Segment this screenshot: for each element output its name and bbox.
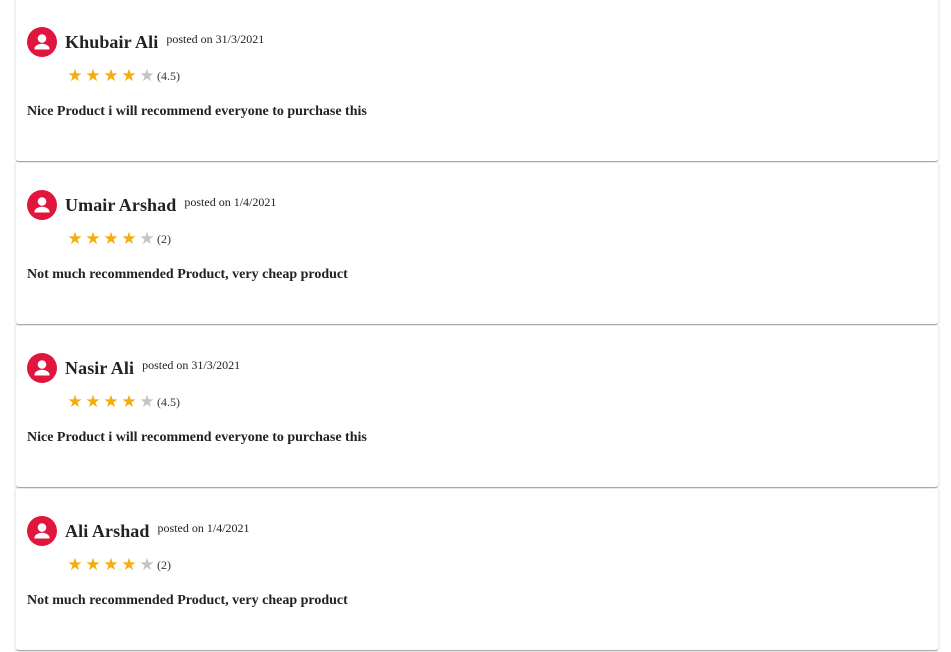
review-card: Umair Arshad posted on 1/4/2021 ★ ★ ★ ★ … (15, 163, 939, 325)
star-filled-icon: ★ (85, 229, 101, 249)
star-empty-icon: ★ (139, 66, 155, 86)
avatar-icon (27, 516, 57, 546)
star-rating: ★ ★ ★ ★ ★ (2) (66, 229, 171, 249)
star-filled-icon: ★ (85, 392, 101, 412)
rating-value: (4.5) (157, 394, 180, 409)
review-card: Nasir Ali posted on 31/3/2021 ★ ★ ★ ★ ★ … (15, 326, 939, 488)
review-header: Khubair Ali posted on 31/3/2021 (27, 27, 264, 57)
avatar-icon (27, 353, 57, 383)
star-rating: ★ ★ ★ ★ ★ (4.5) (66, 66, 180, 86)
review-header: Nasir Ali posted on 31/3/2021 (27, 353, 240, 383)
review-header: Umair Arshad posted on 1/4/2021 (27, 190, 276, 220)
rating-value: (2) (157, 231, 171, 246)
posted-date: posted on 31/3/2021 (142, 357, 241, 372)
posted-date: posted on 31/3/2021 (166, 31, 265, 46)
star-filled-icon: ★ (121, 555, 137, 575)
star-filled-icon: ★ (67, 555, 83, 575)
star-filled-icon: ★ (103, 66, 119, 86)
reviewer-name: Ali Arshad (65, 520, 150, 541)
reviewer-name: Khubair Ali (65, 31, 159, 52)
avatar-icon (27, 27, 57, 57)
rating-value: (2) (157, 557, 171, 572)
review-comment: Not much recommended Product, very cheap… (27, 593, 348, 608)
star-filled-icon: ★ (85, 555, 101, 575)
star-filled-icon: ★ (103, 555, 119, 575)
reviewer-name: Nasir Ali (65, 357, 135, 378)
rating-value: (4.5) (157, 68, 180, 83)
star-filled-icon: ★ (103, 229, 119, 249)
star-empty-icon: ★ (139, 555, 155, 575)
review-card: Khubair Ali posted on 31/3/2021 ★ ★ ★ ★ … (15, 0, 939, 162)
posted-date: posted on 1/4/2021 (184, 194, 277, 209)
review-comment: Nice Product i will recommend everyone t… (27, 430, 367, 445)
review-comment: Not much recommended Product, very cheap… (27, 267, 348, 282)
star-filled-icon: ★ (121, 229, 137, 249)
avatar-icon (27, 190, 57, 220)
review-card: Ali Arshad posted on 1/4/2021 ★ ★ ★ ★ ★ … (15, 489, 939, 651)
star-empty-icon: ★ (139, 392, 155, 412)
review-header: Ali Arshad posted on 1/4/2021 (27, 516, 250, 546)
star-empty-icon: ★ (139, 229, 155, 249)
star-rating: ★ ★ ★ ★ ★ (4.5) (66, 392, 180, 412)
star-filled-icon: ★ (85, 66, 101, 86)
review-comment: Nice Product i will recommend everyone t… (27, 104, 367, 119)
star-filled-icon: ★ (67, 66, 83, 86)
star-filled-icon: ★ (103, 392, 119, 412)
posted-date: posted on 1/4/2021 (157, 520, 250, 535)
reviewer-name: Umair Arshad (65, 194, 177, 215)
reviews-list: Khubair Ali posted on 31/3/2021 ★ ★ ★ ★ … (15, 0, 939, 652)
star-filled-icon: ★ (121, 66, 137, 86)
star-filled-icon: ★ (67, 392, 83, 412)
star-filled-icon: ★ (121, 392, 137, 412)
star-filled-icon: ★ (67, 229, 83, 249)
star-rating: ★ ★ ★ ★ ★ (2) (66, 555, 171, 575)
